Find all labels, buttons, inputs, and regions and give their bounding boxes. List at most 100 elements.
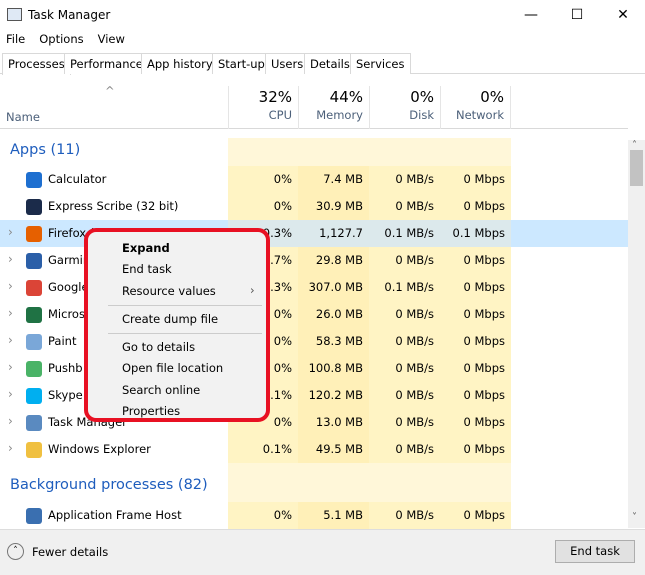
tab-details[interactable]: Details — [304, 53, 356, 74]
network-cell: 0 Mbps — [440, 409, 511, 436]
process-name: Skype — [48, 388, 83, 402]
column-name[interactable]: Name — [6, 110, 40, 124]
app-icon — [26, 361, 42, 377]
table-row[interactable]: Express Scribe (32 bit) 0% 30.9 MB 0 MB/s 0 … — [0, 193, 628, 220]
app-icon — [26, 388, 42, 404]
tab-processes[interactable]: Processes — [2, 53, 71, 75]
process-name: Paint — [48, 334, 77, 348]
menu-separator — [108, 333, 262, 334]
heat-cell — [228, 463, 298, 502]
menu-item-resource-values[interactable]: Resource values — [122, 284, 216, 298]
group-apps: Apps (11) — [10, 142, 81, 158]
memory-cell: 26.0 MB — [298, 301, 369, 328]
minimize-button[interactable]: — — [508, 0, 554, 30]
expand-chevron-icon[interactable]: › — [8, 387, 13, 401]
disk-label: Disk — [409, 108, 434, 122]
menu-separator — [108, 305, 262, 306]
scroll-down-icon[interactable]: ˅ — [632, 512, 637, 523]
tab-startup[interactable]: Start-up — [212, 53, 271, 74]
heat-cell — [440, 463, 511, 502]
expand-chevron-icon[interactable]: › — [8, 441, 13, 455]
task-manager-icon — [7, 8, 22, 21]
network-label: Network — [455, 108, 504, 122]
disk-cell: 0 MB/s — [369, 193, 440, 220]
process-name: Application Frame Host — [48, 508, 182, 522]
app-icon — [26, 226, 42, 242]
expand-chevron-icon[interactable]: › — [8, 333, 13, 347]
app-icon — [26, 508, 42, 524]
expand-chevron-icon[interactable]: › — [8, 360, 13, 374]
memory-cell: 5.1 MB — [298, 502, 369, 529]
column-memory[interactable]: 44% Memory — [298, 86, 369, 129]
context-menu: Expand End task Resource values › Create… — [84, 228, 270, 422]
disk-cell: 0 MB/s — [369, 436, 440, 463]
memory-cell: 7.4 MB — [298, 166, 369, 193]
menu-item-go-to-details[interactable]: Go to details — [122, 340, 195, 354]
expand-chevron-icon[interactable]: › — [8, 414, 13, 428]
collapse-icon[interactable]: ˄ — [7, 543, 24, 560]
tab-services[interactable]: Services — [350, 53, 411, 74]
disk-total: 0% — [410, 88, 434, 106]
menu-item-expand[interactable]: Expand — [122, 241, 170, 255]
network-cell: 0 Mbps — [440, 274, 511, 301]
menu-view[interactable]: View — [98, 32, 125, 46]
menu-item-create-dump-file[interactable]: Create dump file — [122, 312, 218, 326]
memory-cell: 100.8 MB — [298, 355, 369, 382]
process-name: Windows Explorer — [48, 442, 151, 456]
title-bar: Task Manager — ☐ ✕ — [0, 0, 645, 30]
expand-chevron-icon[interactable]: › — [8, 279, 13, 293]
end-task-button[interactable]: End task — [555, 540, 635, 563]
memory-cell: 29.8 MB — [298, 247, 369, 274]
memory-cell: 307.0 MB — [298, 274, 369, 301]
sort-arrow-icon: ^ — [105, 84, 115, 98]
close-button[interactable]: ✕ — [600, 0, 645, 30]
network-cell: 0 Mbps — [440, 166, 511, 193]
process-name: Pushb — [48, 361, 83, 375]
tab-app-history[interactable]: App history — [141, 53, 219, 74]
process-name: Micros — [48, 307, 85, 321]
column-disk[interactable]: 0% Disk — [369, 86, 440, 129]
expand-chevron-icon[interactable]: › — [8, 306, 13, 320]
app-icon — [26, 442, 42, 458]
heat-cell — [369, 138, 440, 166]
app-icon — [26, 253, 42, 269]
table-row[interactable]: Calculator 0% 7.4 MB 0 MB/s 0 Mbps — [0, 166, 628, 193]
column-cpu[interactable]: 32% CPU — [228, 86, 298, 129]
app-icon — [26, 307, 42, 323]
disk-cell: 0 MB/s — [369, 382, 440, 409]
disk-cell: 0 MB/s — [369, 247, 440, 274]
fewer-details-link[interactable]: Fewer details — [32, 545, 108, 559]
menu-options[interactable]: Options — [39, 32, 83, 46]
menu-file[interactable]: File — [6, 32, 25, 46]
network-cell: 0 Mbps — [440, 193, 511, 220]
footer-bar: ˄ Fewer details End task — [0, 529, 645, 575]
menu-item-properties[interactable]: Properties — [122, 404, 180, 418]
scroll-thumb[interactable] — [630, 150, 643, 186]
heat-cell — [298, 138, 369, 166]
network-cell: 0 Mbps — [440, 301, 511, 328]
disk-cell: 0 MB/s — [369, 328, 440, 355]
menu-item-open-file-location[interactable]: Open file location — [122, 361, 223, 375]
tab-users[interactable]: Users — [265, 53, 310, 74]
menu-item-search-online[interactable]: Search online — [122, 383, 200, 397]
column-network[interactable]: 0% Network — [440, 86, 511, 129]
table-row[interactable]: › Windows Explorer 0.1% 49.5 MB 0 MB/s 0 Mbps — [0, 436, 628, 463]
app-icon — [26, 199, 42, 215]
table-row[interactable]: Application Frame Host 0% 5.1 MB 0 MB/s 0 Mb… — [0, 502, 628, 529]
menu-item-end-task[interactable]: End task — [122, 262, 172, 276]
disk-cell: 0 MB/s — [369, 409, 440, 436]
maximize-button[interactable]: ☐ — [554, 0, 600, 30]
process-name: Google — [48, 280, 89, 294]
disk-cell: 0 MB/s — [369, 301, 440, 328]
cpu-cell: 0.1% — [228, 436, 298, 463]
expand-chevron-icon[interactable]: › — [8, 225, 13, 239]
submenu-chevron-icon: › — [250, 283, 255, 297]
column-header: ^ Name 32% CPU 44% Memory 0% Disk 0% Network — [0, 84, 628, 129]
expand-chevron-icon[interactable]: › — [8, 252, 13, 266]
heat-cell — [298, 463, 369, 502]
vertical-scrollbar[interactable]: ˄ ˅ — [628, 140, 645, 528]
network-cell: 0 Mbps — [440, 382, 511, 409]
tab-performance[interactable]: Performance — [64, 53, 149, 74]
memory-cell: 30.9 MB — [298, 193, 369, 220]
app-icon — [26, 280, 42, 296]
